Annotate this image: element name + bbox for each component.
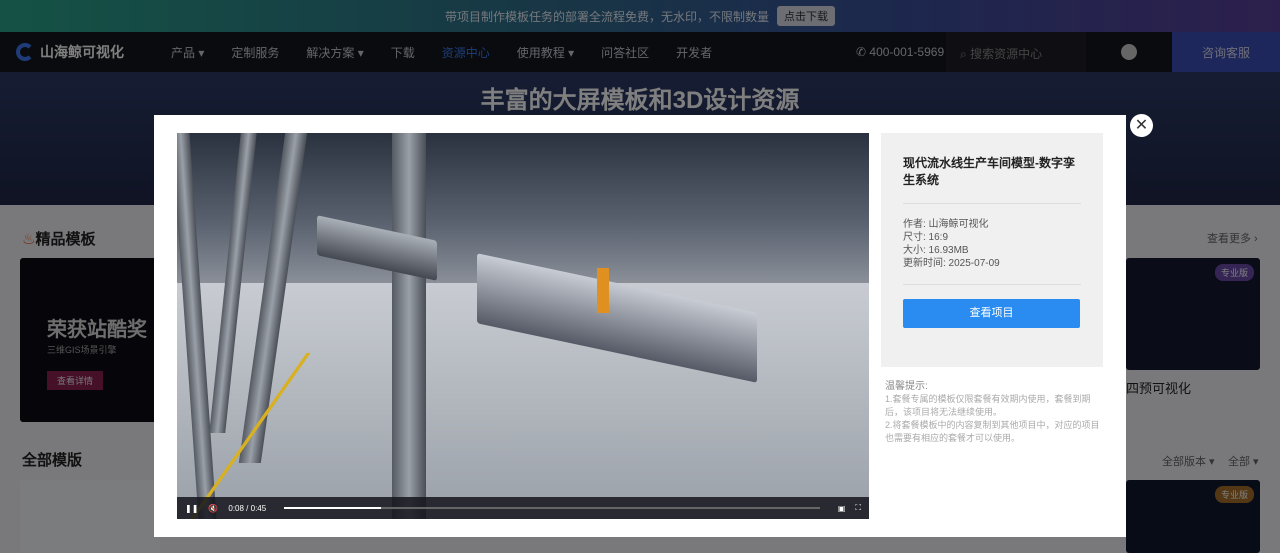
info-panel: 现代流水线生产车间模型-数字孪生系统 作者: 山海鲸可视化 尺寸: 16:9 大… [881,133,1103,367]
tip-item: 2.将套餐模板中的内容复制到其他项目中，对应的项目也需要有相应的套餐才可以使用。 [885,420,1100,443]
tips-title: 温馨提示: [885,381,928,392]
author: 作者: 山海鲸可视化 [903,219,989,230]
video-progress-bar[interactable] [284,507,820,509]
view-project-button[interactable]: 查看项目 [903,299,1080,328]
aspect-ratio: 尺寸: 16:9 [903,232,949,243]
preview-modal: ❚❚ 🔇 0:08 / 0:45 ▣ ⛶ 现代流水线生产车间模型-数字孪生系统 … [154,115,1126,537]
fullscreen-icon[interactable]: ⛶ [855,503,861,513]
template-title: 现代流水线生产车间模型-数字孪生系统 [903,156,1075,187]
pause-icon[interactable]: ❚❚ [185,504,198,513]
tips: 温馨提示: 1.套餐专属的模板仅限套餐有效期内使用，套餐到期后，该项目将无法继续… [885,380,1100,445]
divider [903,284,1081,285]
video-time: 0:08 / 0:45 [228,503,267,513]
tip-item: 1.套餐专属的模板仅限套餐有效期内使用，套餐到期后，该项目将无法继续使用。 [885,394,1091,417]
pip-icon[interactable]: ▣ [838,504,846,513]
mute-icon[interactable]: 🔇 [208,504,218,513]
video-progress-fill [284,507,381,509]
file-size: 大小: 16.93MB [903,245,969,256]
video-controls: ❚❚ 🔇 0:08 / 0:45 ▣ ⛶ [177,497,869,519]
divider [903,203,1081,204]
video-player[interactable]: ❚❚ 🔇 0:08 / 0:45 ▣ ⛶ [177,133,869,519]
updated-time: 更新时间: 2025-07-09 [903,258,1000,269]
close-icon[interactable]: ✕ [1130,114,1153,137]
